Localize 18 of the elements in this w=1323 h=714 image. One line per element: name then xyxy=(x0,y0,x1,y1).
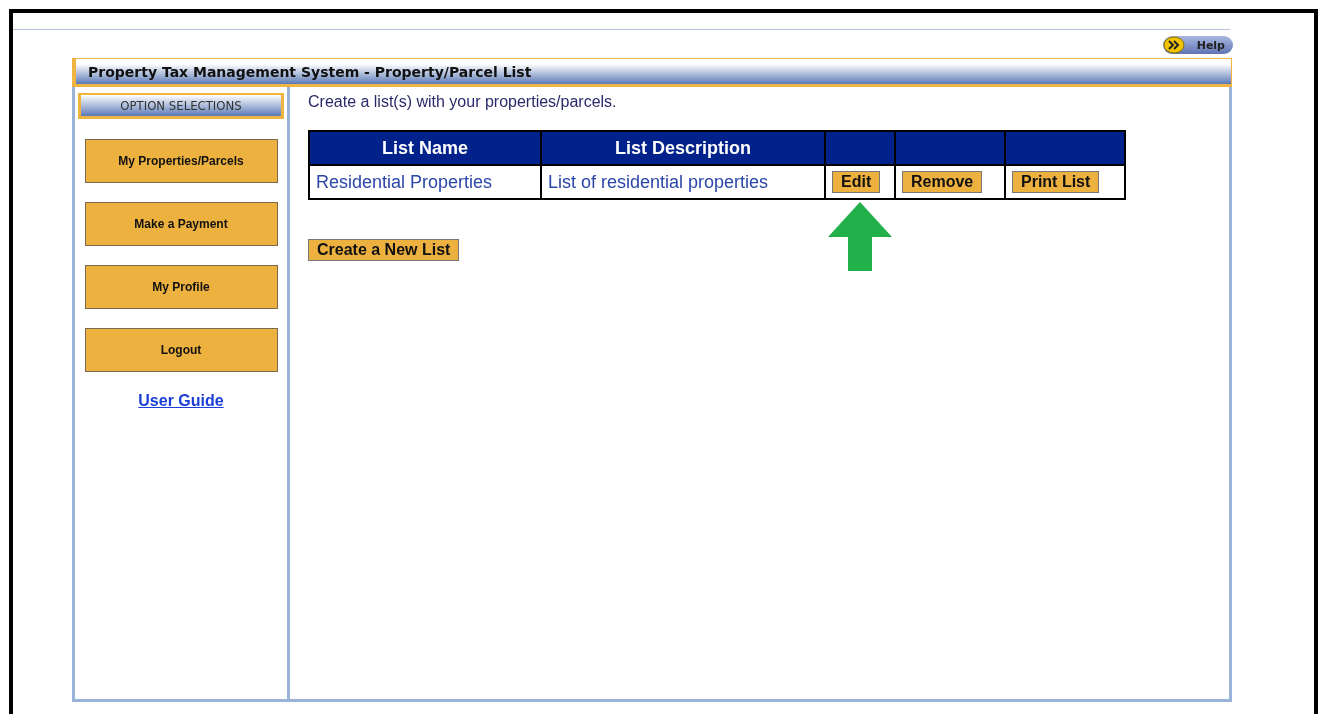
window-title: Property Tax Management System - Property/Parcel List xyxy=(72,58,1232,87)
column-header: List Description xyxy=(541,131,825,165)
create-list-button[interactable]: Create a New List xyxy=(308,239,460,261)
sidebar-heading: OPTION SELECTIONS xyxy=(78,93,284,119)
double-chevron-icon xyxy=(1163,36,1185,54)
sidebar-button[interactable]: My Profile xyxy=(84,265,278,309)
sidebar-button[interactable]: Make a Payment xyxy=(84,202,278,246)
column-header: List Name xyxy=(309,131,541,165)
sidebar-button[interactable]: Logout xyxy=(84,328,278,372)
row-action-button[interactable]: Edit xyxy=(832,171,881,193)
table-cell: Residential Properties xyxy=(309,165,541,199)
intro-text: Create a list(s) with your properties/parcels. xyxy=(308,93,618,111)
row-action-button[interactable]: Print List xyxy=(1012,171,1100,193)
table-cell: List of residential properties xyxy=(541,165,825,199)
sidebar-button[interactable]: My Properties/Parcels xyxy=(84,139,278,183)
row-action-button[interactable]: Remove xyxy=(902,171,983,193)
user-guide-link[interactable]: User Guide xyxy=(138,392,224,410)
help-button[interactable]: Help xyxy=(1163,36,1233,54)
